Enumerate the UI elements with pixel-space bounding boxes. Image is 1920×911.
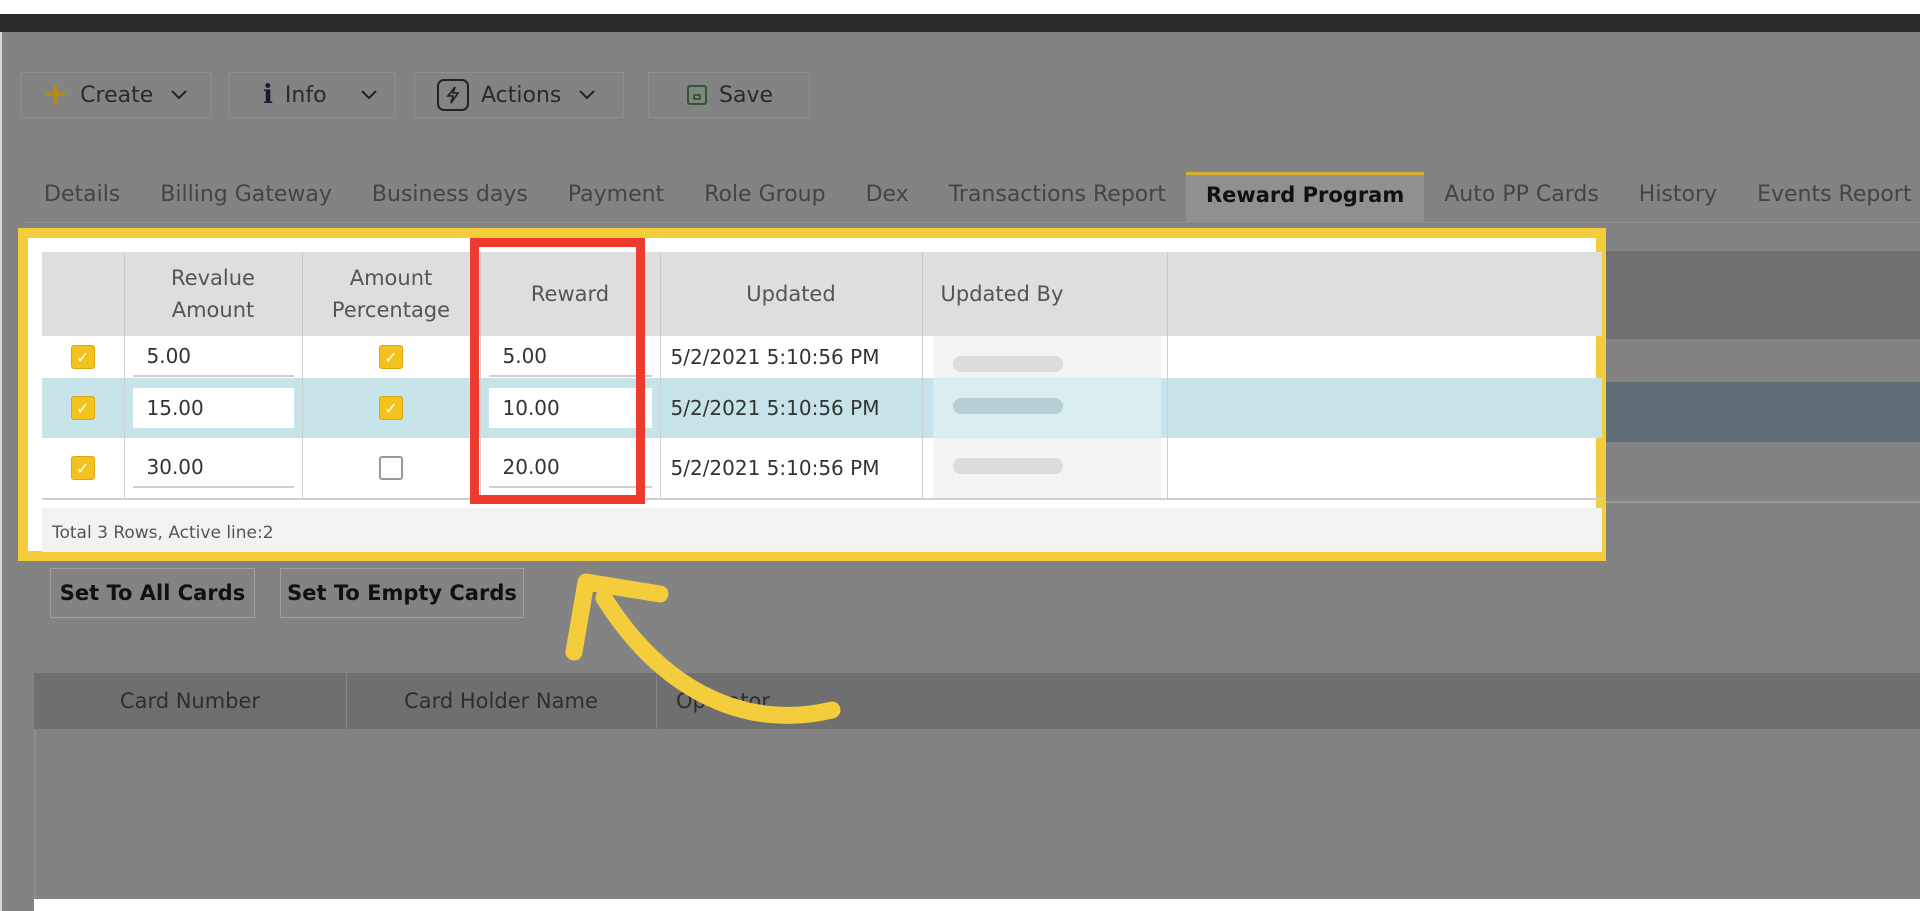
page-bottom bbox=[34, 899, 1920, 911]
updated-header[interactable]: Updated bbox=[660, 252, 923, 336]
revalue-amount-input[interactable]: 15.00 bbox=[132, 388, 294, 428]
actions-button[interactable]: Actions bbox=[414, 72, 624, 118]
table-footer-text: Total 3 Rows, Active line:2 bbox=[52, 523, 274, 543]
create-label: Create bbox=[80, 82, 154, 108]
amount-percentage-checkbox[interactable] bbox=[379, 456, 403, 480]
tab-bar: Details Billing Gateway Business days Pa… bbox=[24, 172, 1920, 223]
chevron-down-icon bbox=[171, 90, 187, 100]
updated-cell: 5/2/2021 5:10:56 PM bbox=[660, 378, 923, 438]
header-filler bbox=[1167, 252, 1602, 336]
save-label: Save bbox=[719, 82, 774, 108]
cards-table-header: Card Number Card Holder Name Operator bbox=[34, 673, 1920, 730]
revalue-amount-input[interactable]: 5.00 bbox=[132, 337, 294, 377]
tab-transactions-report[interactable]: Transactions Report bbox=[929, 172, 1186, 222]
reward-table-highlight: Revalue Amount Amount Percentage Reward Up… bbox=[18, 228, 1606, 561]
updated-cell: 5/2/2021 5:10:56 PM bbox=[660, 336, 923, 378]
revalue-amount-input[interactable]: 30.00 bbox=[132, 448, 294, 488]
window-title-bar bbox=[0, 14, 1920, 32]
set-to-all-cards-button[interactable]: Set To All Cards bbox=[50, 568, 255, 618]
left-edge bbox=[0, 32, 2, 911]
table-header-row: Revalue Amount Amount Percentage Reward Up… bbox=[42, 252, 1602, 336]
updated-by-cell-redacted bbox=[922, 336, 1168, 378]
row-select-checkbox[interactable]: ✓ bbox=[70, 345, 95, 369]
create-button[interactable]: + Create bbox=[20, 72, 212, 118]
row-select-checkbox[interactable]: ✓ bbox=[70, 456, 95, 480]
revalue-amount-header[interactable]: Revalue Amount bbox=[124, 252, 303, 336]
row-filler bbox=[1167, 378, 1602, 438]
table-row[interactable]: ✓ 5.00 ✓ 5.00 5/2/2021 5:10:56 PM bbox=[42, 336, 1602, 378]
window-top-strip bbox=[0, 0, 1920, 32]
chevron-down-icon bbox=[360, 90, 377, 100]
table-row-active[interactable]: ✓ 15.00 ✓ 10.00 5/2/2021 5:10:56 PM bbox=[42, 378, 1602, 438]
amount-percentage-header[interactable]: Amount Percentage bbox=[302, 252, 481, 336]
save-button[interactable]: Save bbox=[648, 72, 810, 118]
active-row-extension bbox=[1603, 382, 1920, 442]
tab-divider bbox=[24, 222, 1920, 223]
lightning-icon bbox=[437, 79, 469, 111]
chevron-down-icon bbox=[579, 90, 596, 100]
tab-role-group[interactable]: Role Group bbox=[684, 172, 845, 222]
tab-reward-program[interactable]: Reward Program bbox=[1185, 172, 1425, 223]
info-icon: i bbox=[263, 80, 273, 110]
row-filler bbox=[1167, 438, 1602, 500]
set-to-empty-cards-button[interactable]: Set To Empty Cards bbox=[280, 568, 524, 618]
amount-percentage-checkbox[interactable]: ✓ bbox=[379, 345, 403, 369]
save-icon bbox=[687, 85, 707, 105]
tab-dex[interactable]: Dex bbox=[846, 172, 929, 222]
plus-icon: + bbox=[43, 77, 69, 112]
tab-business-days[interactable]: Business days bbox=[352, 172, 548, 222]
select-column-header bbox=[42, 252, 125, 336]
reward-column-highlight bbox=[470, 238, 645, 504]
updated-by-cell-redacted bbox=[922, 378, 1168, 438]
amount-percentage-checkbox[interactable]: ✓ bbox=[379, 396, 403, 420]
tab-payment[interactable]: Payment bbox=[548, 172, 684, 222]
tab-details[interactable]: Details bbox=[24, 172, 140, 222]
tab-events-report[interactable]: Events Report bbox=[1737, 172, 1920, 222]
reward-table: Revalue Amount Amount Percentage Reward Up… bbox=[42, 252, 1602, 500]
tab-billing-gateway[interactable]: Billing Gateway bbox=[140, 172, 352, 222]
table-footer bbox=[42, 508, 1602, 552]
annotation-arrow-icon bbox=[565, 573, 841, 724]
actions-label: Actions bbox=[481, 82, 562, 108]
cards-table-body bbox=[34, 729, 1920, 899]
card-number-header[interactable]: Card Number bbox=[34, 673, 347, 729]
info-button[interactable]: i Info bbox=[228, 72, 396, 118]
table-bottom-line bbox=[1603, 501, 1920, 503]
updated-by-header[interactable]: Updated By bbox=[922, 252, 1168, 336]
table-row[interactable]: ✓ 30.00 20.00 5/2/2021 5:10:56 PM bbox=[42, 438, 1602, 500]
row-filler bbox=[1167, 336, 1602, 378]
info-label: Info bbox=[284, 82, 327, 108]
row-select-checkbox[interactable]: ✓ bbox=[70, 396, 95, 420]
tab-auto-pp-cards[interactable]: Auto PP Cards bbox=[1424, 172, 1619, 222]
updated-by-cell-redacted bbox=[922, 438, 1168, 500]
tab-history[interactable]: History bbox=[1619, 172, 1737, 222]
table-header-extension bbox=[1603, 251, 1920, 339]
updated-cell: 5/2/2021 5:10:56 PM bbox=[660, 438, 923, 500]
